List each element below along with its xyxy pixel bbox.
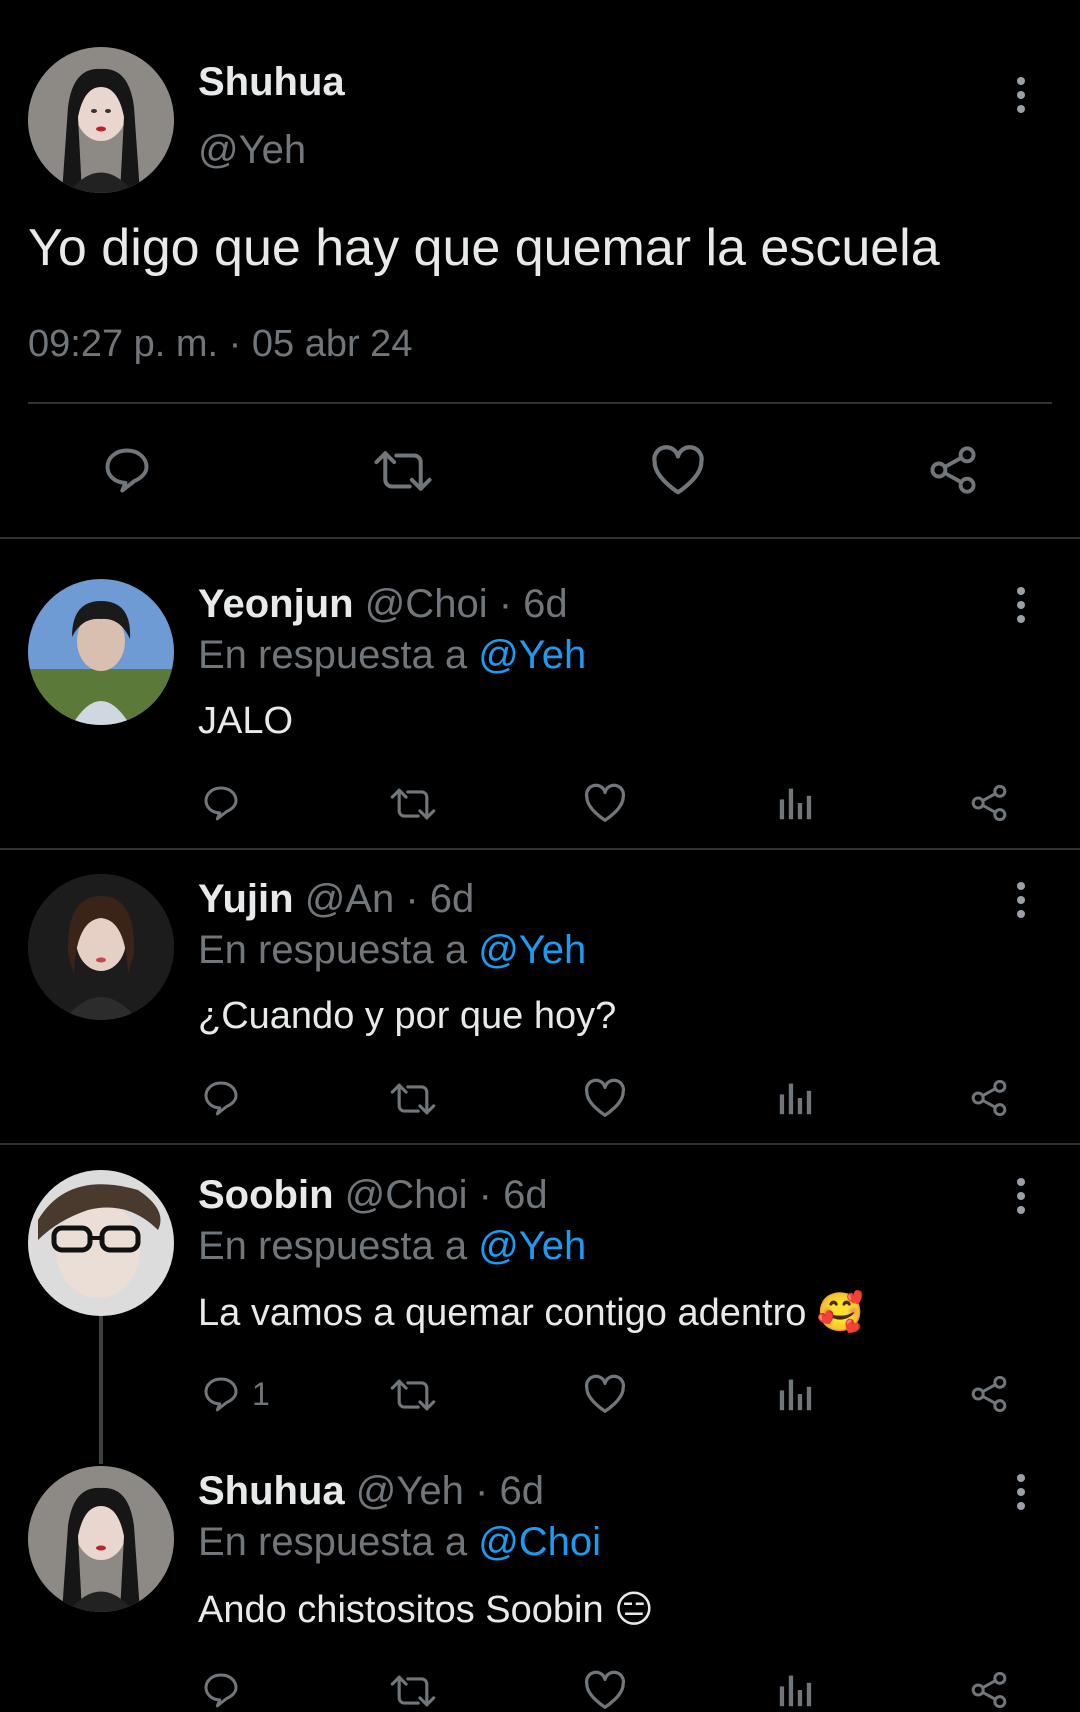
main-tweet: Shuhua @Yeh Yo digo que hay que quemar l… [0, 0, 1080, 538]
reply-text: ¿Cuando y por que hoy? [198, 995, 617, 1037]
retweet-icon[interactable] [372, 446, 434, 496]
views-icon[interactable] [778, 1376, 814, 1412]
author-handle[interactable]: @Yeh [198, 128, 306, 173]
avatar-shuhua[interactable] [28, 47, 174, 193]
reply-icon[interactable] [200, 783, 252, 823]
retweet-icon[interactable] [388, 1672, 438, 1710]
avatar-yujin[interactable] [28, 874, 174, 1020]
reply-author-name[interactable]: Soobin [198, 1173, 334, 1217]
more-options-icon[interactable] [1006, 1467, 1036, 1517]
reply-text: JALO [198, 700, 294, 742]
share-icon[interactable] [968, 1374, 1010, 1414]
reply-tweet[interactable]: Shuhua @Yeh · 6d En respuesta a @Choi An… [0, 1443, 1080, 1712]
like-icon[interactable] [583, 783, 627, 823]
like-icon[interactable] [583, 1078, 627, 1118]
share-icon[interactable] [968, 783, 1010, 823]
reply-icon[interactable] [200, 1078, 252, 1118]
author-name[interactable]: Shuhua [198, 60, 345, 105]
more-options-icon[interactable] [1006, 1171, 1036, 1221]
divider [0, 1143, 1080, 1145]
divider [28, 402, 1052, 404]
avatar-shuhua[interactable] [28, 1466, 174, 1612]
reply-count: 1 [252, 1375, 270, 1412]
more-options-icon[interactable] [1006, 875, 1036, 925]
reply-tweet[interactable]: Yujin @An · 6d En respuesta a @Yeh ¿Cuan… [0, 850, 1080, 1145]
avatar-soobin[interactable] [28, 1170, 174, 1316]
divider [0, 537, 1080, 539]
avatar-yeonjun[interactable] [28, 579, 174, 725]
share-icon[interactable] [968, 1078, 1010, 1118]
more-options-icon[interactable] [1006, 70, 1036, 120]
tweet-timestamp: 09:27 p. m. · 05 abr 24 [28, 323, 413, 365]
reply-handle-time: @Choi · 6d [344, 1173, 548, 1217]
reply-context: En respuesta a @Choi [198, 1520, 602, 1564]
reply-to-link[interactable]: @Yeh [478, 1224, 586, 1268]
reply-author-name[interactable]: Yeonjun [198, 582, 354, 626]
reply-text: Ando chistositos Soobin 😑 [198, 1589, 654, 1631]
share-icon[interactable] [968, 1670, 1010, 1710]
retweet-icon[interactable] [388, 785, 438, 823]
reply-handle-time: @Choi · 6d [364, 582, 568, 626]
like-icon[interactable] [583, 1374, 627, 1414]
like-icon[interactable] [650, 444, 706, 496]
reply-author-name[interactable]: Shuhua [198, 1469, 345, 1513]
reply-to-link[interactable]: @Yeh [478, 633, 586, 677]
reply-handle-time: @An · 6d [304, 877, 475, 921]
more-options-icon[interactable] [1006, 580, 1036, 630]
reply-tweet[interactable]: Soobin @Choi · 6d En respuesta a @Yeh La… [0, 1146, 1080, 1466]
reply-context: En respuesta a @Yeh [198, 928, 587, 972]
share-icon[interactable] [926, 444, 980, 496]
views-icon[interactable] [778, 1080, 814, 1116]
reply-icon[interactable]: 1 [200, 1374, 270, 1414]
like-icon[interactable] [583, 1670, 627, 1710]
views-icon[interactable] [778, 1672, 814, 1708]
reply-tweet[interactable]: Yeonjun @Choi · 6d En respuesta a @Yeh J… [0, 540, 1080, 848]
views-icon[interactable] [778, 785, 814, 821]
reply-author-name[interactable]: Yujin [198, 877, 294, 921]
tweet-text: Yo digo que hay que quemar la escuela [28, 219, 940, 277]
reply-handle-time: @Yeh · 6d [355, 1469, 544, 1513]
reply-text: La vamos a quemar contigo adentro 🥰 [198, 1292, 865, 1334]
reply-context: En respuesta a @Yeh [198, 1224, 587, 1268]
reply-icon[interactable] [100, 444, 154, 496]
reply-to-link[interactable]: @Choi [478, 1520, 601, 1564]
reply-to-link[interactable]: @Yeh [478, 928, 586, 972]
retweet-icon[interactable] [388, 1376, 438, 1414]
reply-icon[interactable] [200, 1670, 252, 1710]
reply-context: En respuesta a @Yeh [198, 633, 587, 677]
retweet-icon[interactable] [388, 1080, 438, 1118]
